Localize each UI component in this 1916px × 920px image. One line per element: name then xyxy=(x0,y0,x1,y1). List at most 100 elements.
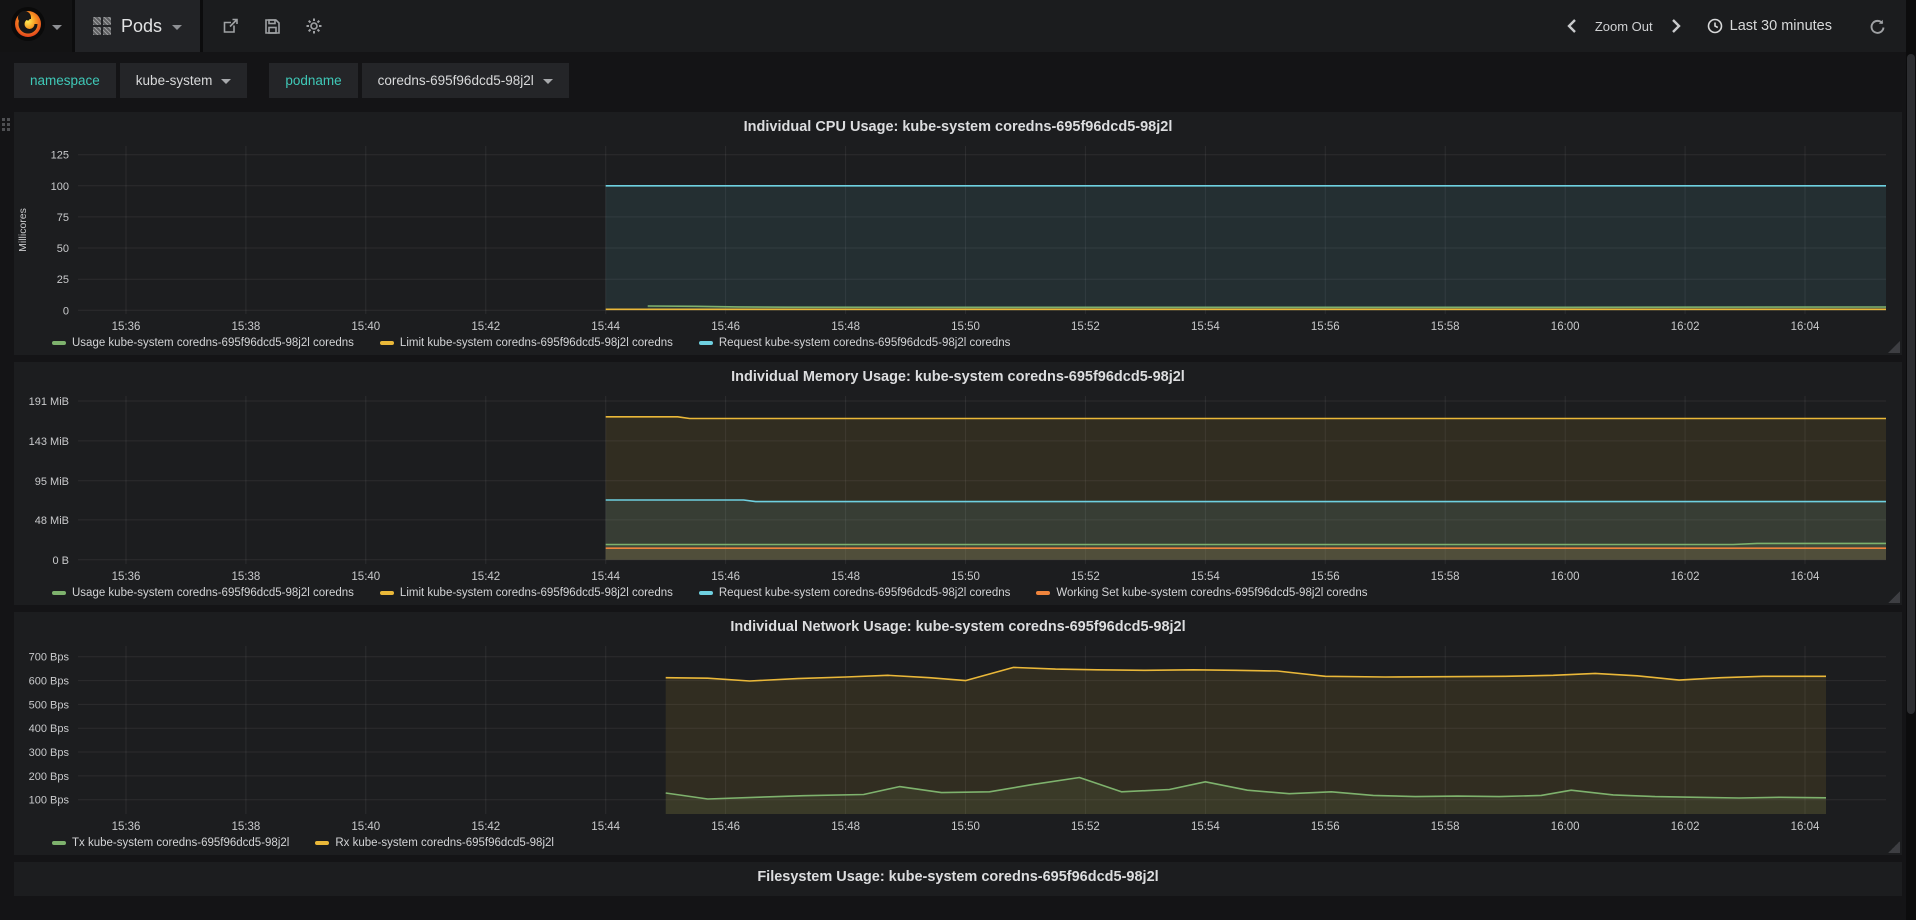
legend-item[interactable]: Limit kube-system coredns-695f96dcd5-98j… xyxy=(379,587,673,599)
svg-text:125: 125 xyxy=(51,150,69,162)
refresh-dashboard-button[interactable] xyxy=(1860,9,1894,43)
svg-text:75: 75 xyxy=(57,212,69,224)
legend-item[interactable]: Usage kube-system coredns-695f96dcd5-98j… xyxy=(52,337,354,349)
svg-text:15:42: 15:42 xyxy=(471,571,500,583)
svg-text:15:50: 15:50 xyxy=(951,821,980,833)
dashboard-picker[interactable]: Pods xyxy=(75,0,201,52)
dashboard-settings-button[interactable] xyxy=(297,9,331,43)
svg-text:600 Bps: 600 Bps xyxy=(29,676,70,688)
svg-text:100: 100 xyxy=(51,181,69,193)
svg-text:15:40: 15:40 xyxy=(351,571,380,583)
svg-text:15:46: 15:46 xyxy=(711,321,740,333)
svg-text:15:40: 15:40 xyxy=(351,821,380,833)
svg-text:25: 25 xyxy=(57,274,69,286)
network-usage-chart[interactable]: 100 Bps 200 Bps 300 Bps 400 Bps 500 Bps 600 B… xyxy=(14,640,1902,836)
row-drag-handle[interactable] xyxy=(2,118,10,131)
svg-text:0: 0 xyxy=(63,305,69,317)
page-scrollbar xyxy=(1906,0,1916,920)
svg-text:15:48: 15:48 xyxy=(831,821,860,833)
svg-text:15:56: 15:56 xyxy=(1311,821,1340,833)
time-shift-forward-button[interactable] xyxy=(1663,13,1689,39)
legend-item[interactable]: Tx kube-system coredns-695f96dcd5-98j2l xyxy=(52,837,289,849)
legend-item[interactable]: Request kube-system coredns-695f96dcd5-9… xyxy=(698,337,1010,349)
grafana-logo-icon xyxy=(10,6,46,47)
svg-text:15:38: 15:38 xyxy=(232,821,261,833)
time-shift-back-button[interactable] xyxy=(1559,13,1585,39)
zoom-out-button[interactable]: Zoom Out xyxy=(1591,19,1657,34)
share-dashboard-button[interactable] xyxy=(213,9,247,43)
save-icon xyxy=(264,18,280,34)
legend-color-dash xyxy=(1036,591,1051,595)
svg-text:15:46: 15:46 xyxy=(711,821,740,833)
svg-text:15:36: 15:36 xyxy=(112,821,141,833)
svg-text:15:52: 15:52 xyxy=(1071,321,1100,333)
svg-text:15:58: 15:58 xyxy=(1431,571,1460,583)
svg-text:15:50: 15:50 xyxy=(951,321,980,333)
svg-text:0 B: 0 B xyxy=(52,555,69,567)
legend-item[interactable]: Rx kube-system coredns-695f96dcd5-98j2l xyxy=(315,837,554,849)
cpu-usage-chart[interactable]: 0 25 50 75 100 125 15:36 15:38 15:40 15:42 15:44 15… xyxy=(14,140,1902,336)
svg-text:15:44: 15:44 xyxy=(591,821,620,833)
time-range-picker[interactable]: Last 30 minutes xyxy=(1695,18,1844,34)
memory-usage-legend: Usage kube-system coredns-695f96dcd5-98j… xyxy=(14,586,1902,605)
svg-text:15:54: 15:54 xyxy=(1191,321,1220,333)
svg-text:16:02: 16:02 xyxy=(1671,321,1700,333)
svg-text:16:04: 16:04 xyxy=(1791,571,1820,583)
scrollbar-thumb[interactable] xyxy=(1907,54,1915,714)
dashboard-area: Individual CPU Usage: kube-system coredn… xyxy=(0,108,1916,896)
save-dashboard-button[interactable] xyxy=(255,9,289,43)
panel-title[interactable]: Filesystem Usage: kube-system coredns-69… xyxy=(14,864,1902,890)
legend-color-dash xyxy=(379,341,394,345)
panel-title[interactable]: Individual Network Usage: kube-system co… xyxy=(14,614,1902,640)
chevron-right-icon xyxy=(1671,19,1681,33)
svg-text:700 Bps: 700 Bps xyxy=(29,652,70,664)
top-navbar: Pods Zoom Out Last 30 minutes xyxy=(0,0,1916,52)
grafana-logo-menu[interactable] xyxy=(0,0,72,52)
svg-text:143 MiB: 143 MiB xyxy=(29,436,69,448)
svg-text:15:52: 15:52 xyxy=(1071,571,1100,583)
svg-text:15:58: 15:58 xyxy=(1431,821,1460,833)
svg-text:15:42: 15:42 xyxy=(471,821,500,833)
svg-text:500 Bps: 500 Bps xyxy=(29,699,70,711)
chevron-down-icon xyxy=(221,78,232,84)
legend-color-dash xyxy=(698,341,713,345)
cpu-usage-legend: Usage kube-system coredns-695f96dcd5-98j… xyxy=(14,336,1902,355)
clock-icon xyxy=(1707,18,1722,34)
svg-text:16:02: 16:02 xyxy=(1671,571,1700,583)
legend-item[interactable]: Limit kube-system coredns-695f96dcd5-98j… xyxy=(379,337,673,349)
legend-item[interactable]: Working Set kube-system coredns-695f96dc… xyxy=(1036,587,1367,599)
panel-title[interactable]: Individual CPU Usage: kube-system coredn… xyxy=(14,114,1902,140)
panel-title[interactable]: Individual Memory Usage: kube-system cor… xyxy=(14,364,1902,390)
panel-cpu-usage: Individual CPU Usage: kube-system coredn… xyxy=(14,112,1902,355)
svg-text:15:56: 15:56 xyxy=(1311,571,1340,583)
gear-icon xyxy=(306,18,322,34)
share-icon xyxy=(223,18,238,33)
legend-color-dash xyxy=(52,591,66,595)
network-usage-legend: Tx kube-system coredns-695f96dcd5-98j2l R… xyxy=(14,836,1902,855)
svg-text:15:40: 15:40 xyxy=(351,321,380,333)
svg-text:15:56: 15:56 xyxy=(1311,321,1340,333)
svg-text:16:00: 16:00 xyxy=(1551,321,1580,333)
memory-usage-chart[interactable]: 0 B 48 MiB 95 MiB 143 MiB 191 MiB 15:36 15:38 1… xyxy=(14,390,1902,586)
svg-text:15:54: 15:54 xyxy=(1191,571,1220,583)
svg-text:16:04: 16:04 xyxy=(1791,821,1820,833)
svg-text:100 Bps: 100 Bps xyxy=(29,795,70,807)
variable-namespace: namespace kube-system xyxy=(14,62,248,98)
chevron-left-icon xyxy=(1567,19,1576,33)
svg-text:16:00: 16:00 xyxy=(1551,571,1580,583)
variable-podname-label: podname xyxy=(269,62,358,98)
legend-item[interactable]: Request kube-system coredns-695f96dcd5-9… xyxy=(698,587,1010,599)
legend-item[interactable]: Usage kube-system coredns-695f96dcd5-98j… xyxy=(52,587,354,599)
svg-text:15:36: 15:36 xyxy=(112,571,141,583)
variable-podname-dropdown[interactable]: coredns-695f96dcd5-98j2l xyxy=(361,62,569,98)
panel-memory-usage: Individual Memory Usage: kube-system cor… xyxy=(14,362,1902,605)
dashboard-title: Pods xyxy=(121,15,163,36)
svg-text:15:54: 15:54 xyxy=(1191,821,1220,833)
svg-text:48 MiB: 48 MiB xyxy=(35,515,69,527)
variable-namespace-dropdown[interactable]: kube-system xyxy=(119,62,248,98)
legend-color-dash xyxy=(52,341,66,345)
svg-text:50: 50 xyxy=(57,243,69,255)
svg-text:15:38: 15:38 xyxy=(232,571,261,583)
svg-text:95 MiB: 95 MiB xyxy=(35,476,69,488)
svg-text:15:50: 15:50 xyxy=(951,571,980,583)
